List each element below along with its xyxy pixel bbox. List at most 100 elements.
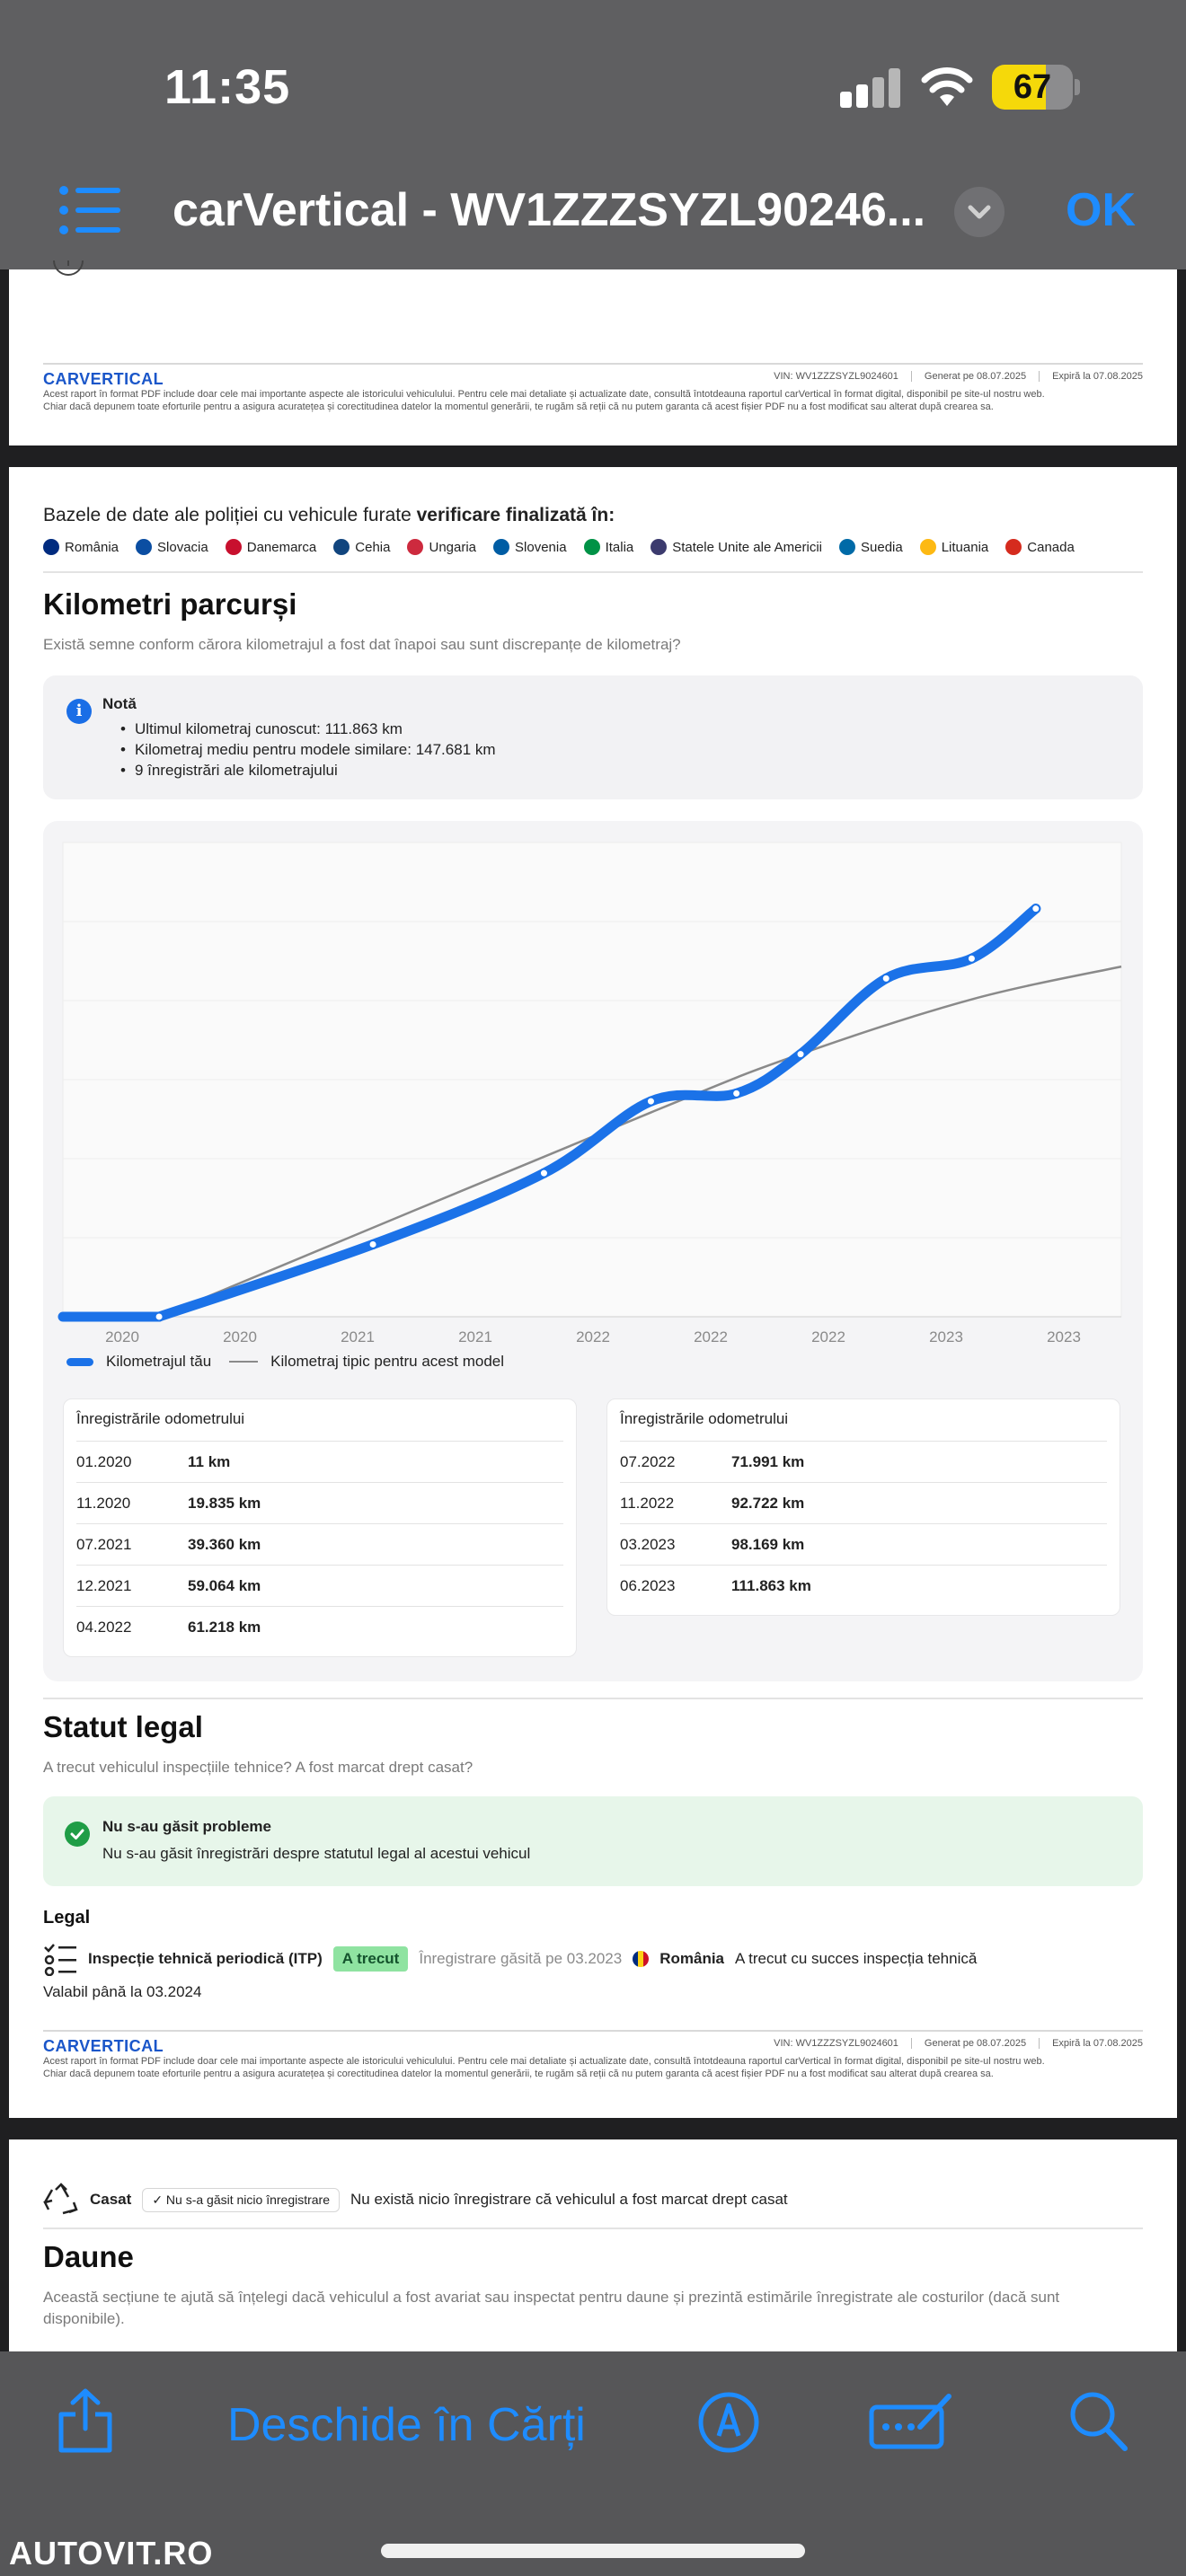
odometer-value: 19.835 km bbox=[188, 1495, 261, 1512]
status-time: 11:35 bbox=[164, 60, 291, 114]
scrapped-chip: ✓ Nu s-a găsit nicio înregistrare bbox=[142, 2187, 341, 2212]
country-name: România bbox=[65, 539, 119, 555]
chevron-down-icon[interactable] bbox=[954, 187, 1005, 237]
legal-ok-text: Nu s-au găsit înregistrări despre statut… bbox=[102, 1845, 531, 1862]
form-fill-icon[interactable] bbox=[868, 2391, 956, 2452]
table-row: 07.2022 71.991 km bbox=[620, 1441, 1107, 1482]
cellular-signal-icon bbox=[840, 68, 901, 108]
x-tick-label: 2020 bbox=[223, 1328, 257, 1345]
x-tick-label: 2020 bbox=[105, 1328, 139, 1345]
table-row: 12.2021 59.064 km bbox=[76, 1565, 563, 1606]
pdf-page-1: CARVERTICAL VIN: WV1ZZZSYZL9024601 Genera… bbox=[9, 260, 1177, 446]
odometer-value: 39.360 km bbox=[188, 1536, 261, 1553]
info-icon: i bbox=[66, 699, 92, 724]
carvertical-logo: CARVERTICAL bbox=[43, 2037, 164, 2055]
itp-country: România bbox=[659, 1950, 725, 1967]
odometer-date: 06.2023 bbox=[620, 1577, 676, 1594]
flag-icon bbox=[333, 539, 350, 555]
generated-label: Generat pe 08.07.2025 bbox=[910, 2038, 1040, 2049]
clock-icon bbox=[53, 260, 84, 276]
battery-percent: 67 bbox=[1013, 68, 1052, 106]
country-name: Suedia bbox=[861, 539, 903, 555]
country-name: Slovacia bbox=[157, 539, 208, 555]
flag-icon bbox=[225, 539, 242, 555]
report-disclaimer: Acest raport în format PDF include doar … bbox=[43, 2055, 1143, 2080]
mileage-chart: 2020 2020 2021 2021 2022 2022 2022 2023 2023 bbox=[58, 842, 1122, 1345]
country-name: Slovenia bbox=[515, 539, 567, 555]
mileage-subtitle: Există semne conform cărora kilometrajul… bbox=[43, 636, 681, 653]
flag-icon bbox=[919, 539, 936, 555]
data-point bbox=[154, 1311, 164, 1322]
disclaimer-line-2: Chiar dacă depunem toate eforturile pent… bbox=[43, 2069, 994, 2079]
pdf-page-3: Casat ✓ Nu s-a găsit nicio înregistrare … bbox=[9, 2139, 1177, 2351]
flag-icon bbox=[583, 539, 600, 555]
damage-subtitle: Această secțiune te ajută să înțelegi da… bbox=[43, 2289, 1060, 2327]
odometer-date: 11.2020 bbox=[76, 1495, 131, 1512]
itp-record-date: Înregistrare găsită pe 03.2023 bbox=[419, 1950, 623, 1967]
disclaimer-line-2: Chiar dacă depunem toate eforturile pent… bbox=[43, 401, 994, 412]
odometer-table-header: Înregistrările odometrului bbox=[620, 1410, 789, 1427]
flag-icon bbox=[651, 539, 668, 555]
data-point bbox=[731, 1088, 742, 1098]
romania-flag-icon bbox=[633, 1951, 650, 1967]
section-divider bbox=[43, 1698, 1143, 1699]
odometer-date: 03.2023 bbox=[620, 1536, 676, 1553]
home-indicator[interactable] bbox=[381, 2544, 805, 2558]
list-icon[interactable] bbox=[59, 185, 120, 235]
country-name: Lituania bbox=[941, 539, 989, 555]
odometer-date: 04.2022 bbox=[76, 1619, 132, 1636]
itp-pass-badge: A trecut bbox=[332, 1946, 409, 1972]
country-item: Suedia bbox=[839, 539, 903, 555]
odometer-table-right: Înregistrările odometrului 07.2022 71.991… bbox=[606, 1398, 1120, 1616]
x-tick-label: 2023 bbox=[1047, 1328, 1081, 1345]
markup-icon[interactable] bbox=[697, 2391, 760, 2454]
odometer-value: 11 km bbox=[188, 1453, 231, 1470]
country-name: Ungaria bbox=[429, 539, 477, 555]
expires-label: Expiră la 07.08.2025 bbox=[1039, 371, 1143, 382]
country-item: Italia bbox=[583, 539, 633, 555]
x-tick-label: 2021 bbox=[341, 1328, 375, 1345]
report-meta: VIN: WV1ZZZSYZL9024601 Generat pe 08.07.2… bbox=[761, 371, 1143, 382]
data-point bbox=[538, 1168, 549, 1178]
legal-ok-title: Nu s-au găsit probleme bbox=[102, 1818, 271, 1835]
odometer-date: 07.2021 bbox=[76, 1536, 132, 1553]
check-circle-icon bbox=[65, 1822, 90, 1847]
scrapped-row: Casat ✓ Nu s-a găsit nicio înregistrare … bbox=[43, 2183, 788, 2217]
itp-label: Inspecție tehnică periodică (ITP) bbox=[88, 1950, 323, 1967]
battery-indicator: 67 bbox=[992, 65, 1073, 110]
odometer-date: 11.2022 bbox=[620, 1495, 675, 1512]
search-icon[interactable] bbox=[1067, 2389, 1128, 2452]
scrapped-label: Casat bbox=[90, 2191, 132, 2208]
country-item: Canada bbox=[1005, 539, 1075, 555]
legend-swatch-yours bbox=[66, 1357, 93, 1366]
document-title[interactable]: carVertical - WV1ZZZSYZL90246... bbox=[173, 183, 925, 237]
table-row: 07.2021 39.360 km bbox=[76, 1523, 563, 1565]
ok-button[interactable]: OK bbox=[1066, 183, 1136, 237]
section-divider bbox=[43, 2228, 1143, 2229]
note-title: Notă bbox=[102, 695, 137, 712]
table-row: 11.2022 92.722 km bbox=[620, 1482, 1107, 1523]
open-in-books-button[interactable]: Deschide în Cărți bbox=[227, 2398, 586, 2452]
scrapped-text: Nu există nicio înregistrare că vehiculu… bbox=[350, 2191, 788, 2208]
mileage-chart-card: 2020 2020 2021 2021 2022 2022 2022 2023 2023 Kil… bbox=[43, 821, 1143, 1681]
note-item: Ultimul kilometraj cunoscut: 111.863 km bbox=[102, 719, 496, 739]
country-name: Canada bbox=[1027, 539, 1075, 555]
country-item: România bbox=[43, 539, 119, 555]
country-item: Danemarca bbox=[225, 539, 316, 555]
odometer-value: 71.991 km bbox=[731, 1453, 805, 1470]
checklist-icon bbox=[44, 1944, 76, 1976]
table-row: 06.2023 111.863 km bbox=[620, 1565, 1107, 1606]
flag-icon bbox=[136, 539, 153, 555]
carvertical-logo: CARVERTICAL bbox=[43, 370, 164, 388]
stolen-db-title-bold: verificare finalizată în: bbox=[416, 505, 615, 525]
itp-valid-until: Valabil până la 03.2024 bbox=[43, 1983, 202, 2000]
recycle-icon bbox=[43, 2183, 78, 2215]
wifi-icon bbox=[921, 67, 973, 106]
data-point bbox=[367, 1239, 378, 1249]
country-item: Lituania bbox=[919, 539, 989, 555]
disclaimer-line-1: Acest raport în format PDF include doar … bbox=[43, 2056, 1045, 2067]
share-icon[interactable] bbox=[56, 2387, 115, 2454]
country-name: Statele Unite ale Americii bbox=[672, 539, 822, 555]
autovit-watermark: AUTOVIT.RO bbox=[9, 2535, 214, 2572]
mileage-title: Kilometri parcurși bbox=[43, 587, 297, 621]
